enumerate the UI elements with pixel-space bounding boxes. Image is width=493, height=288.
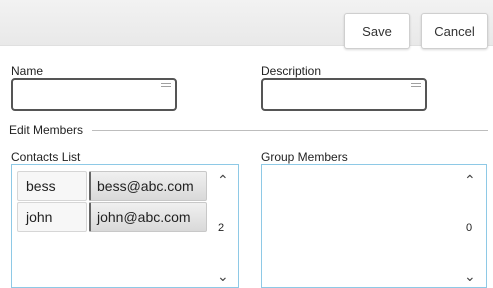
name-field[interactable] bbox=[11, 78, 177, 111]
edit-members-label: Edit Members bbox=[9, 123, 84, 137]
group-count: 0 bbox=[466, 222, 473, 234]
description-label: Description bbox=[261, 64, 322, 78]
lines-icon bbox=[161, 83, 171, 90]
save-button[interactable]: Save bbox=[344, 13, 410, 49]
group-members-list[interactable]: ⌃ 0 ⌄ bbox=[261, 164, 487, 288]
contacts-count: 2 bbox=[218, 222, 225, 234]
chevron-up-icon[interactable]: ⌃ bbox=[217, 173, 229, 187]
chevron-down-icon[interactable]: ⌄ bbox=[464, 269, 476, 283]
contact-item[interactable]: john john@abc.com bbox=[17, 202, 207, 232]
contacts-list-label: Contacts List bbox=[11, 150, 81, 164]
contact-item[interactable]: bess bess@abc.com bbox=[17, 171, 207, 201]
chevron-up-icon[interactable]: ⌃ bbox=[464, 173, 476, 187]
contacts-list[interactable]: bess bess@abc.com john john@abc.com ⌃ 2 … bbox=[11, 164, 239, 288]
name-label: Name bbox=[11, 64, 44, 78]
chevron-down-icon[interactable]: ⌄ bbox=[217, 269, 229, 283]
contact-email[interactable]: bess@abc.com bbox=[89, 171, 207, 201]
contact-name[interactable]: bess bbox=[17, 171, 87, 201]
lines-icon bbox=[411, 83, 421, 90]
contact-email[interactable]: john@abc.com bbox=[89, 202, 207, 232]
description-field[interactable] bbox=[261, 78, 427, 111]
section-divider bbox=[92, 130, 488, 131]
cancel-button[interactable]: Cancel bbox=[421, 13, 488, 49]
toolbar: Save Cancel bbox=[0, 0, 493, 49]
contact-name[interactable]: john bbox=[17, 202, 87, 232]
group-members-label: Group Members bbox=[261, 150, 348, 164]
